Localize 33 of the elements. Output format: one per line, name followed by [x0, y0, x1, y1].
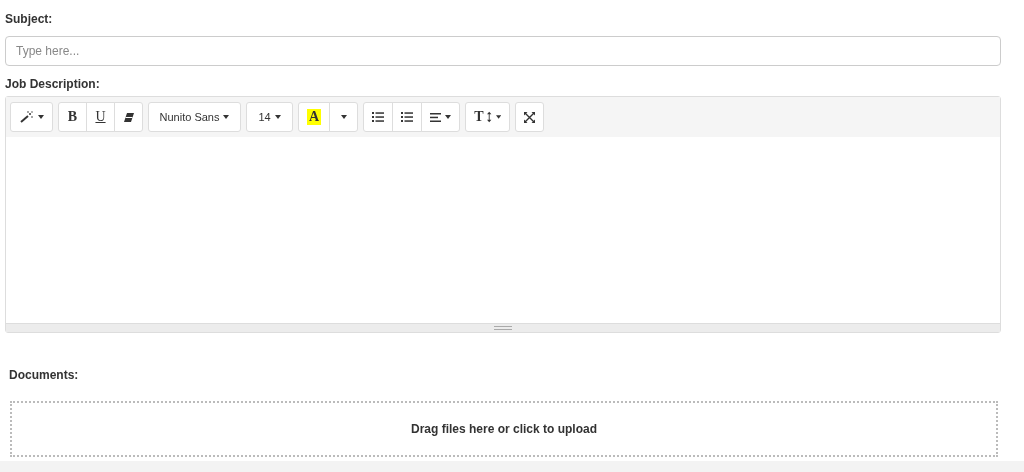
- bullet-list-button[interactable]: [363, 102, 394, 132]
- grip-icon: [494, 326, 512, 330]
- eraser-icon: [123, 112, 134, 122]
- color-dropdown-button[interactable]: [329, 102, 359, 132]
- subject-label: Subject:: [5, 12, 54, 28]
- bullet-list-icon: [372, 112, 385, 122]
- dropzone-text: Drag files here or click to upload: [410, 422, 597, 436]
- magic-wand-button[interactable]: [10, 102, 53, 132]
- subject-input[interactable]: Type here...: [5, 36, 1001, 66]
- line-height-dropdown[interactable]: T: [465, 102, 511, 132]
- fullscreen-button[interactable]: [515, 102, 545, 132]
- eraser-button[interactable]: [114, 102, 143, 132]
- font-family-dropdown[interactable]: Nunito Sans: [148, 102, 241, 132]
- caret-icon: [445, 115, 452, 119]
- caret-icon: [37, 115, 44, 119]
- caret-icon: [223, 115, 230, 119]
- job-description-label: Job Description:: [5, 77, 101, 93]
- documents-label: Documents:: [9, 368, 80, 384]
- align-dropdown[interactable]: [421, 102, 461, 132]
- caret-icon: [340, 115, 347, 119]
- caret-icon: [495, 115, 502, 119]
- caret-icon: [274, 115, 281, 119]
- text-color-button[interactable]: A: [298, 102, 331, 132]
- magic-wand-icon: [19, 111, 34, 123]
- resize-handle[interactable]: [6, 323, 1000, 332]
- fullscreen-icon: [524, 111, 536, 123]
- underline-button[interactable]: U: [86, 102, 115, 132]
- vertical-arrows-icon: [487, 111, 492, 123]
- align-left-icon: [430, 112, 442, 122]
- bold-button[interactable]: B: [58, 102, 87, 132]
- file-dropzone[interactable]: Drag files here or click to upload: [10, 401, 998, 457]
- font-size-dropdown[interactable]: 14: [246, 102, 293, 132]
- numbered-list-button[interactable]: [392, 102, 423, 132]
